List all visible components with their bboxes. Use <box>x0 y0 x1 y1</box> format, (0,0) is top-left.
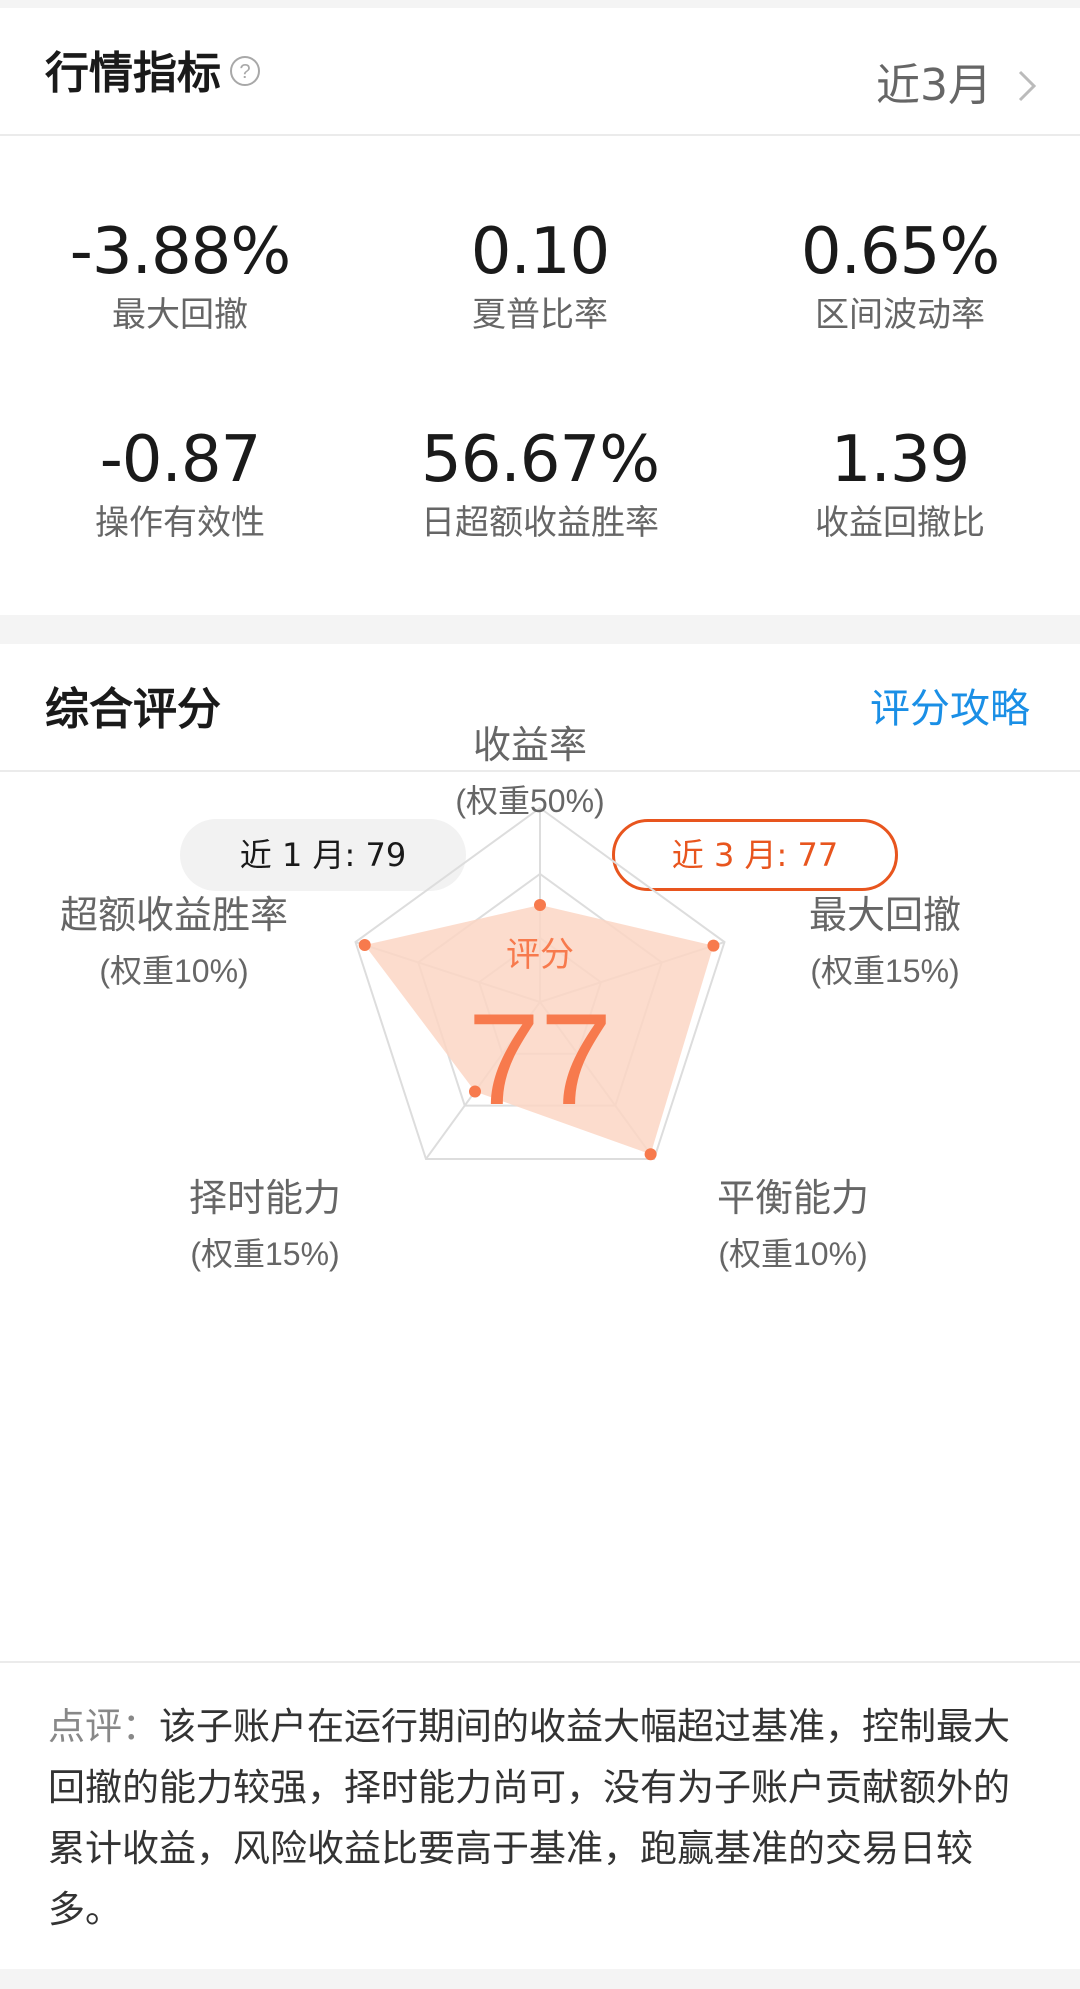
dimension-weight-max-drawdown: (权重15%) <box>810 953 959 989</box>
composite-score-card: 综合评分 评分攻略 近 1 月: 79 近 3 月: 77 评分 77 收益率 … <box>0 644 1080 1969</box>
metric-label: 区间波动率 <box>815 295 985 335</box>
radar-point <box>358 939 371 952</box>
metric-max-drawdown: -3.88% 最大回撤 <box>0 220 360 332</box>
radar-point <box>644 1148 657 1161</box>
dimension-name-excess-win-rate: 超额收益胜率 <box>60 895 288 937</box>
dimension-name-max-drawdown: 最大回撤 <box>809 895 961 937</box>
radar-chart: 评分 77 收益率 (权重50%) 最大回撤 (权重15%) 平衡能力 (权重1… <box>60 725 961 1272</box>
radar-point <box>707 939 720 952</box>
metric-label: 操作有效性 <box>95 503 265 543</box>
svg-text:?: ? <box>239 61 250 83</box>
dimension-weight-return: (权重50%) <box>455 783 604 819</box>
metric-daily-excess-win-rate: 56.67% 日超额收益胜率 <box>360 428 720 540</box>
dimension-weight-excess-win-rate: (权重10%) <box>99 953 248 989</box>
radar-center-label: 评分 <box>506 936 574 974</box>
comment-body: 该子账户在运行期间的收益大幅超过基准，控制最大回撤的能力较强，择时能力尚可，没有… <box>48 1705 1010 1931</box>
metric-value: 1.39 <box>830 423 971 497</box>
metric-label: 日超额收益胜率 <box>421 503 659 543</box>
dimension-name-timing: 择时能力 <box>189 1178 341 1220</box>
page: 行情指标 ? 近3月 -3.88% 最大回撤 0.10 夏普比率 0.65% 区… <box>0 0 1080 1989</box>
market-indicators-header: 行情指标 ? 近3月 <box>0 8 1080 136</box>
metric-label: 最大回撤 <box>112 295 248 335</box>
chevron-right-icon <box>1018 70 1037 102</box>
period-selector[interactable]: 近3月 <box>876 56 1040 116</box>
metric-sharpe-ratio: 0.10 夏普比率 <box>360 220 720 332</box>
dimension-weight-balance: (权重10%) <box>718 1236 867 1272</box>
dimension-name-balance: 平衡能力 <box>717 1178 869 1220</box>
metric-value: 0.10 <box>470 215 611 289</box>
radar-center-score: 77 <box>468 986 613 1132</box>
market-indicators-title: 行情指标 <box>45 48 221 99</box>
question-mark-icon[interactable]: ? <box>229 55 261 87</box>
period-value: 近3月 <box>876 60 992 111</box>
metric-value: 56.67% <box>420 423 660 497</box>
comment-prefix: 点评： <box>48 1705 159 1748</box>
market-indicators-card: 行情指标 ? 近3月 -3.88% 最大回撤 0.10 夏普比率 0.65% 区… <box>0 8 1080 615</box>
metric-value: -3.88% <box>69 215 291 289</box>
metric-volatility: 0.65% 区间波动率 <box>720 220 1080 332</box>
dimension-name-return: 收益率 <box>473 725 587 767</box>
dimension-weight-timing: (权重15%) <box>190 1236 339 1272</box>
radar-point <box>534 899 546 911</box>
metric-operation-effectiveness: -0.87 操作有效性 <box>0 428 360 540</box>
metric-label: 夏普比率 <box>472 295 608 335</box>
metric-value: 0.65% <box>800 215 1000 289</box>
metric-value: -0.87 <box>99 423 262 497</box>
metric-label: 收益回撤比 <box>815 503 985 543</box>
comment-divider <box>0 1661 1080 1663</box>
metric-return-drawdown-ratio: 1.39 收益回撤比 <box>720 428 1080 540</box>
comment-text-block: 点评：该子账户在运行期间的收益大幅超过基准，控制最大回撤的能力较强，择时能力尚可… <box>48 1696 1028 1940</box>
